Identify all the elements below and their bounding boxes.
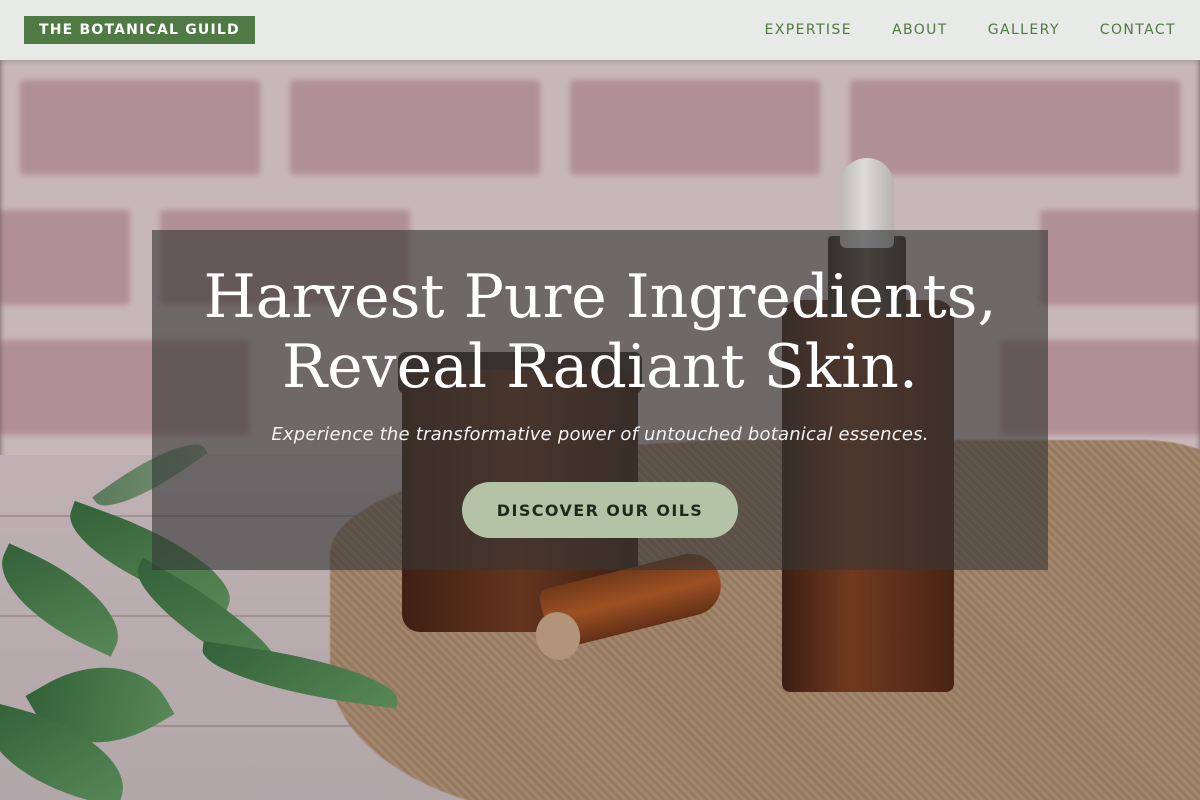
nav-link-gallery[interactable]: GALLERY [988, 22, 1060, 38]
hero-title: Harvest Pure Ingredients, Reveal Radiant… [152, 262, 1048, 402]
site-logo[interactable]: THE BOTANICAL GUILD [24, 16, 255, 44]
hero-overlay: Harvest Pure Ingredients, Reveal Radiant… [152, 230, 1048, 570]
page: THE BOTANICAL GUILD EXPERTISE ABOUT GALL… [0, 0, 1200, 800]
nav-link-expertise[interactable]: EXPERTISE [765, 22, 852, 38]
discover-oils-button[interactable]: DISCOVER OUR OILS [462, 482, 738, 538]
nav-link-contact[interactable]: CONTACT [1100, 22, 1176, 38]
hero-subtitle: Experience the transformative power of u… [271, 424, 929, 445]
nav-link-about[interactable]: ABOUT [892, 22, 948, 38]
main-nav: EXPERTISE ABOUT GALLERY CONTACT [765, 0, 1176, 60]
hero-title-line-1: Harvest Pure Ingredients, [203, 262, 997, 332]
hero-title-line-2: Reveal Radiant Skin. [281, 332, 918, 402]
site-header: THE BOTANICAL GUILD EXPERTISE ABOUT GALL… [0, 0, 1200, 60]
